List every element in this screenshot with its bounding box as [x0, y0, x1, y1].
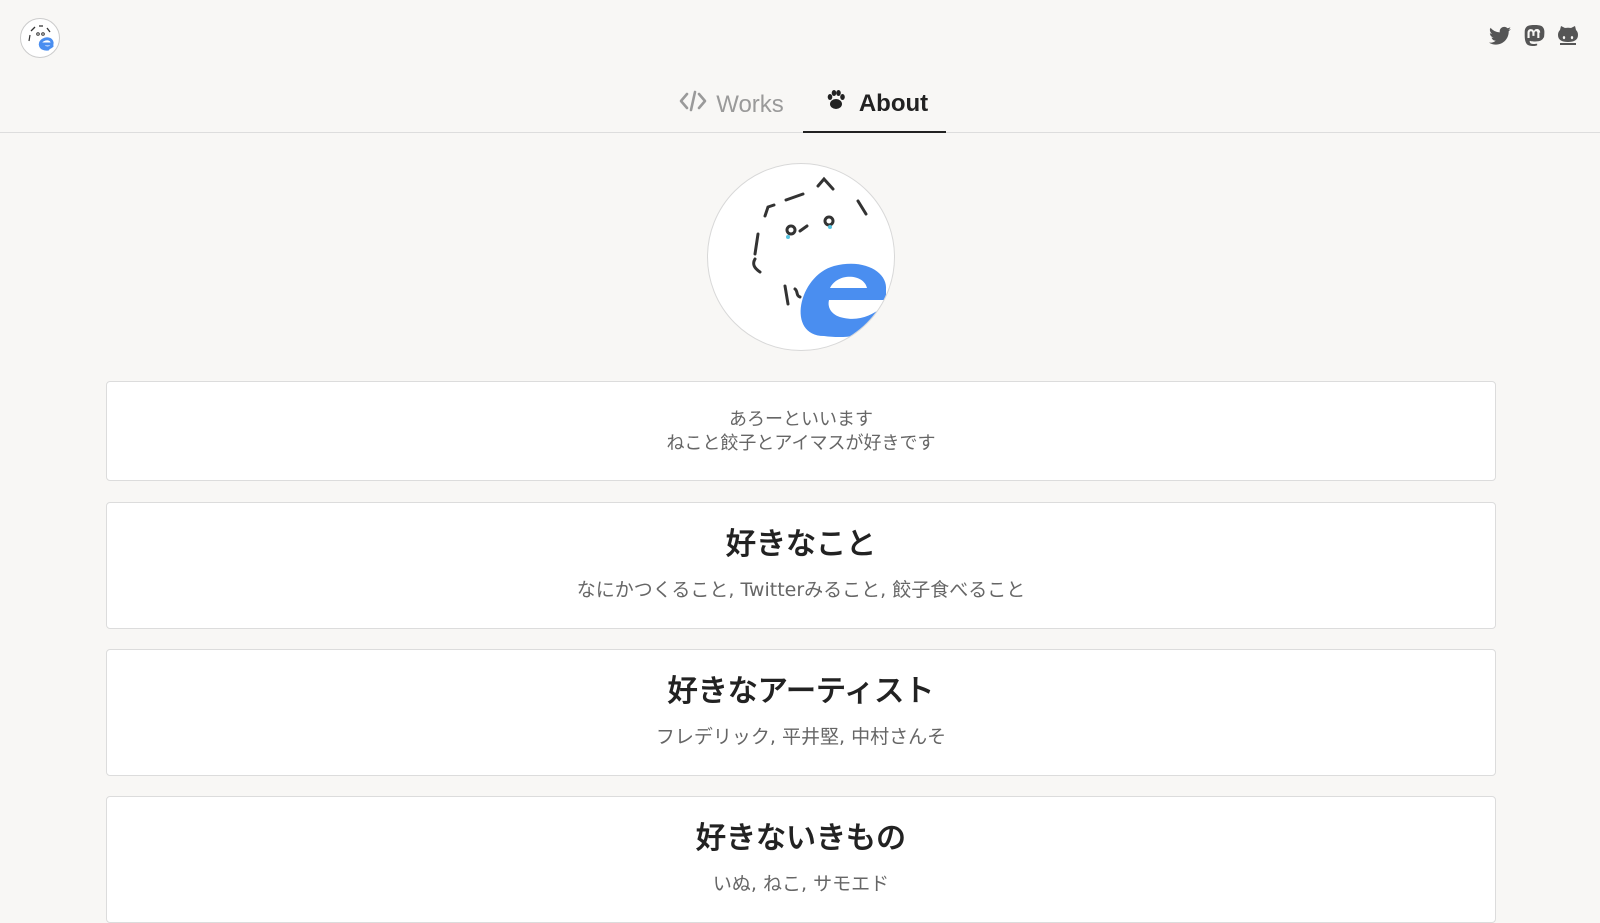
- section-body: なにかつくること, Twitterみること, 餃子食べること: [576, 579, 1026, 601]
- intro-line-2: ねこと餃子とアイマスが好きです: [666, 433, 936, 454]
- mastodon-icon[interactable]: [1522, 24, 1546, 48]
- tab-about-label: About: [858, 89, 929, 117]
- section-title: 好きなこと: [726, 527, 876, 562]
- code-icon: [678, 89, 708, 120]
- twitter-icon[interactable]: [1488, 24, 1512, 48]
- github-icon[interactable]: [1556, 24, 1580, 48]
- section-title: 好きないきもの: [696, 821, 906, 856]
- favorite-artists-card: 好きなアーティスト フレデリック, 平井堅, 中村さんそ: [106, 649, 1496, 776]
- tab-bar: Works About: [0, 76, 1600, 133]
- top-bar: [0, 0, 1600, 76]
- tab-works[interactable]: Works: [664, 76, 798, 133]
- site-logo-icon[interactable]: [20, 18, 60, 58]
- social-links: [1488, 24, 1580, 48]
- tab-about[interactable]: About: [803, 76, 946, 133]
- intro-line-1: あろーといいます: [729, 409, 873, 430]
- favorite-things-card: 好きなこと なにかつくること, Twitterみること, 餃子食べること: [106, 502, 1496, 629]
- favorite-animals-card: 好きないきもの いぬ, ねこ, サモエド: [106, 796, 1496, 923]
- intro-card: あろーといいます ねこと餃子とアイマスが好きです: [106, 381, 1496, 481]
- section-body: いぬ, ねこ, サモエド: [712, 873, 890, 895]
- paw-icon: [821, 88, 851, 119]
- cat-with-edge-avatar-icon: [707, 163, 895, 351]
- section-body: フレデリック, 平井堅, 中村さんそ: [655, 726, 947, 748]
- tab-works-label: Works: [716, 90, 784, 118]
- section-title: 好きなアーティスト: [667, 674, 935, 709]
